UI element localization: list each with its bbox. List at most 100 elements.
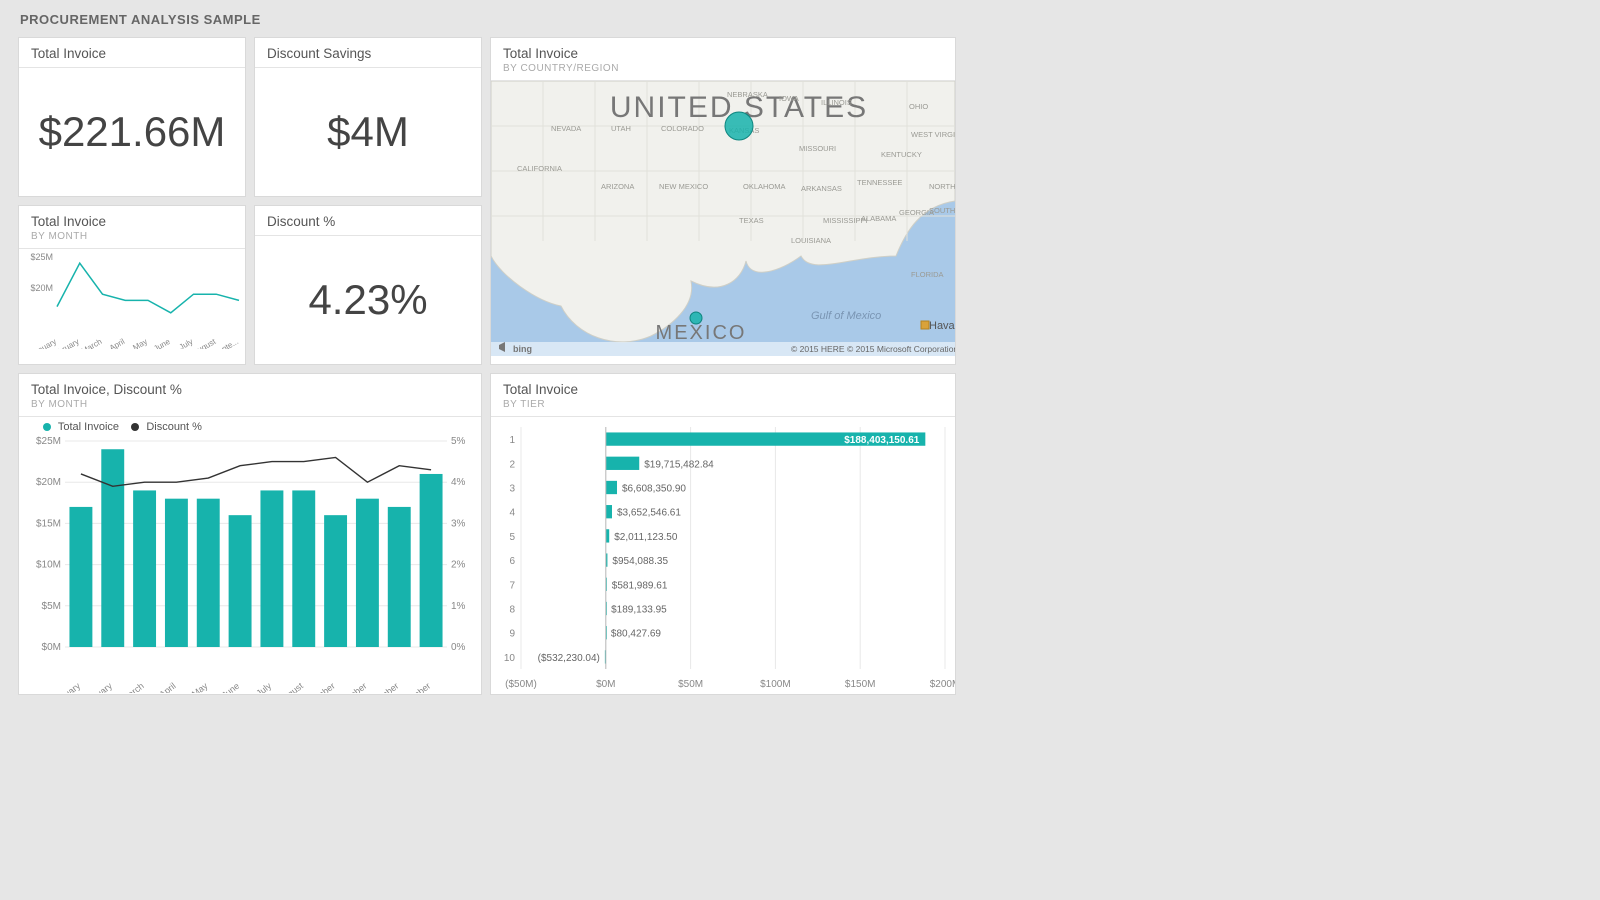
svg-text:FLORIDA: FLORIDA (911, 270, 944, 279)
svg-text:$20M: $20M (36, 477, 61, 488)
svg-text:© 2015 HERE: © 2015 HERE (791, 344, 845, 354)
svg-text:$100M: $100M (760, 679, 791, 690)
svg-text:1: 1 (509, 435, 515, 446)
svg-text:Gulf of Mexico: Gulf of Mexico (811, 310, 881, 322)
svg-text:ARIZONA: ARIZONA (601, 182, 634, 191)
svg-text:4%: 4% (451, 477, 466, 488)
svg-text:NORTH C: NORTH C (929, 182, 955, 191)
svg-text:4: 4 (509, 508, 515, 519)
tile-title: Total Invoice (503, 46, 943, 61)
svg-text:MISSOURI: MISSOURI (799, 144, 836, 153)
tile-title: Total Invoice (31, 46, 233, 61)
tile-discount-pct[interactable]: Discount % 4.23% (254, 205, 482, 365)
svg-text:1%: 1% (451, 601, 466, 612)
svg-text:© 2015 Microsoft Corporation: © 2015 Microsoft Corporation (847, 344, 955, 354)
svg-text:($532,230.04): ($532,230.04) (538, 653, 600, 664)
svg-text:ALABAMA: ALABAMA (861, 214, 896, 223)
svg-text:April: April (108, 337, 127, 349)
kpi-value-total: $221.66M (19, 68, 245, 196)
svg-text:December: December (393, 681, 432, 693)
svg-text:June: June (152, 337, 172, 349)
svg-text:$581,989.61: $581,989.61 (612, 580, 668, 591)
legend-dot-invoice (43, 423, 51, 431)
svg-text:$188,403,150.61: $188,403,150.61 (844, 435, 920, 446)
kpi-value-savings: $4M (255, 68, 481, 196)
legend-label-invoice: Total Invoice (58, 421, 119, 433)
tile-invoice-by-tier[interactable]: Total Invoice BY TIER ($50M)$0M$50M$100M… (490, 373, 956, 695)
tile-invoice-by-month-spark[interactable]: Total Invoice BY MONTH $25M$20MJanuaryFe… (18, 205, 246, 365)
svg-text:October: October (337, 681, 368, 693)
tile-title: Total Invoice (503, 382, 943, 397)
svg-text:OKLAHOMA: OKLAHOMA (743, 182, 786, 191)
tile-title: Total Invoice (31, 214, 233, 229)
spark-chart: $25M$20MJanuaryFebruaryMarchAprilMayJune… (19, 249, 245, 349)
svg-text:5%: 5% (451, 436, 466, 447)
tile-subtitle: BY TIER (503, 399, 943, 410)
svg-text:TEXAS: TEXAS (739, 216, 764, 225)
svg-text:MEXICO: MEXICO (656, 322, 747, 344)
svg-text:OHIO: OHIO (909, 102, 928, 111)
svg-text:2: 2 (509, 459, 515, 470)
svg-text:NEBRASKA: NEBRASKA (727, 90, 768, 99)
svg-text:$150M: $150M (845, 679, 876, 690)
legend-dot-discount (131, 423, 139, 431)
svg-text:July: July (178, 337, 195, 349)
svg-text:March: March (80, 337, 104, 349)
svg-text:$6,608,350.90: $6,608,350.90 (622, 483, 686, 494)
svg-text:8: 8 (509, 604, 515, 615)
svg-text:7: 7 (509, 580, 515, 591)
svg-text:ILLINOIS: ILLINOIS (821, 98, 852, 107)
svg-text:$5M: $5M (42, 601, 61, 612)
svg-text:June: June (220, 681, 242, 693)
svg-text:August: August (277, 680, 306, 693)
svg-text:9: 9 (509, 629, 515, 640)
svg-text:$0M: $0M (596, 679, 615, 690)
svg-text:CALIFORNIA: CALIFORNIA (517, 164, 562, 173)
tile-title: Discount % (267, 214, 469, 229)
svg-text:2%: 2% (451, 560, 466, 571)
svg-text:NEW MEXICO: NEW MEXICO (659, 182, 708, 191)
svg-text:November: November (362, 681, 401, 693)
svg-text:bing: bing (513, 344, 532, 354)
dashboard-grid: Total Invoice $221.66M Discount Savings … (18, 37, 1582, 695)
svg-text:6: 6 (509, 556, 515, 567)
tile-subtitle: BY COUNTRY/REGION (503, 63, 943, 74)
svg-text:$954,088.35: $954,088.35 (612, 556, 668, 567)
svg-text:LOUISIANA: LOUISIANA (791, 236, 831, 245)
svg-text:$0M: $0M (42, 642, 61, 653)
svg-text:July: July (254, 680, 273, 693)
svg-text:$189,133.95: $189,133.95 (611, 604, 667, 615)
tile-total-invoice[interactable]: Total Invoice $221.66M (18, 37, 246, 197)
kpi-value-discpct: 4.23% (255, 236, 481, 364)
tile-discount-savings[interactable]: Discount Savings $4M (254, 37, 482, 197)
svg-text:NEVADA: NEVADA (551, 124, 581, 133)
svg-text:$19,715,482.84: $19,715,482.84 (644, 459, 714, 470)
tile-subtitle: BY MONTH (31, 231, 233, 242)
svg-text:January: January (51, 680, 83, 693)
svg-text:10: 10 (504, 653, 516, 664)
page-title: PROCUREMENT ANALYSIS SAMPLE (20, 12, 1582, 27)
svg-text:$15M: $15M (36, 518, 61, 529)
svg-text:$10M: $10M (36, 560, 61, 571)
svg-text:$80,427.69: $80,427.69 (611, 629, 661, 640)
svg-text:$3,652,546.61: $3,652,546.61 (617, 508, 681, 519)
combo-chart: $25M5%$20M4%$15M3%$10M2%$5M1%$0M0%Januar… (19, 435, 481, 693)
svg-text:$50M: $50M (678, 679, 703, 690)
map-chart: UNITED STATESMEXICOGulf of MexicoHavanNE… (491, 81, 955, 356)
tile-title: Discount Savings (267, 46, 469, 61)
svg-text:TENNESSEE: TENNESSEE (857, 178, 902, 187)
svg-text:March: March (120, 681, 146, 693)
tile-invoice-by-country[interactable]: Total Invoice BY COUNTRY/REGION UNITED S… (490, 37, 956, 365)
tier-chart: ($50M)$0M$50M$100M$150M$200M1$188,403,15… (491, 417, 955, 694)
tile-subtitle: BY MONTH (31, 399, 469, 410)
svg-text:ARKANSAS: ARKANSAS (801, 184, 842, 193)
combo-legend: Total Invoice Discount % (19, 417, 481, 435)
svg-text:3: 3 (509, 483, 515, 494)
svg-text:May: May (190, 680, 210, 693)
svg-text:IOWA: IOWA (779, 94, 799, 103)
svg-text:Havan: Havan (929, 320, 955, 332)
tile-invoice-discount-by-month[interactable]: Total Invoice, Discount % BY MONTH Total… (18, 373, 482, 695)
svg-text:February: February (79, 680, 114, 693)
svg-text:$2,011,123.50: $2,011,123.50 (614, 532, 678, 543)
svg-text:3%: 3% (451, 518, 466, 529)
